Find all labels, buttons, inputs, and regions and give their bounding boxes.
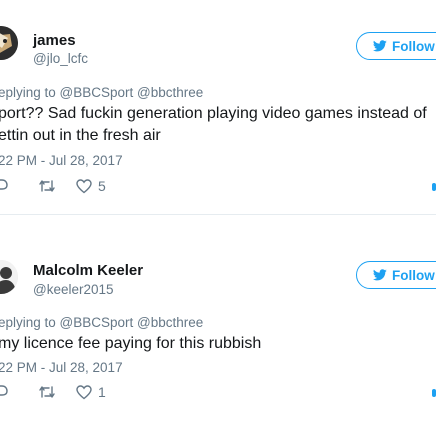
reply-button[interactable]: [0, 384, 8, 400]
retweet-button[interactable]: [38, 384, 56, 400]
twitter-bird-icon: [373, 269, 387, 281]
replying-to[interactable]: eplying to @BBCSport @bbcthree: [0, 85, 203, 100]
like-count: 5: [98, 178, 106, 194]
tweet-text-line: ettin out in the fresh air: [0, 127, 161, 144]
avatar[interactable]: [0, 260, 18, 294]
user-handle[interactable]: @keeler2015: [33, 282, 114, 297]
like-count: 1: [98, 384, 106, 400]
info-icon[interactable]: [432, 389, 436, 397]
twitter-bird-icon: [373, 40, 387, 52]
reply-icon: [0, 385, 8, 396]
tweet-text-line: my licence fee paying for this rubbish: [0, 335, 262, 352]
retweet-icon: [39, 386, 55, 398]
retweet-button[interactable]: [38, 178, 56, 194]
divider: [0, 214, 436, 215]
reply-button[interactable]: [0, 178, 8, 194]
timestamp[interactable]: 22 PM - Jul 28, 2017: [0, 153, 123, 168]
follow-button-label: Follow: [392, 38, 435, 54]
heart-icon: [76, 178, 92, 193]
heart-icon: [76, 384, 92, 399]
follow-button-label: Follow: [392, 267, 435, 283]
info-icon[interactable]: [432, 183, 436, 191]
tweet-actions: 5: [0, 178, 436, 198]
follow-button[interactable]: Follow: [356, 32, 436, 60]
tweet-card: Malcolm Keeler @keeler2015 Follow eplyin…: [0, 233, 436, 432]
display-name[interactable]: Malcolm Keeler: [33, 262, 143, 279]
like-button[interactable]: 5: [76, 178, 106, 194]
retweet-icon: [39, 180, 55, 192]
avatar[interactable]: [0, 26, 18, 60]
replying-to[interactable]: eplying to @BBCSport @bbcthree: [0, 315, 203, 330]
timestamp[interactable]: 22 PM - Jul 28, 2017: [0, 360, 123, 375]
display-name[interactable]: james: [33, 32, 76, 49]
reply-icon: [0, 179, 8, 190]
tweet-text-line: port?? Sad fuckin generation playing vid…: [0, 105, 427, 122]
user-handle[interactable]: @jlo_lcfc: [33, 51, 88, 66]
like-button[interactable]: 1: [76, 384, 106, 400]
tweet-card: james @jlo_lcfc Follow eplying to @BBCSp…: [0, 0, 436, 205]
follow-button[interactable]: Follow: [356, 261, 436, 289]
tweet-actions: 1: [0, 384, 436, 404]
